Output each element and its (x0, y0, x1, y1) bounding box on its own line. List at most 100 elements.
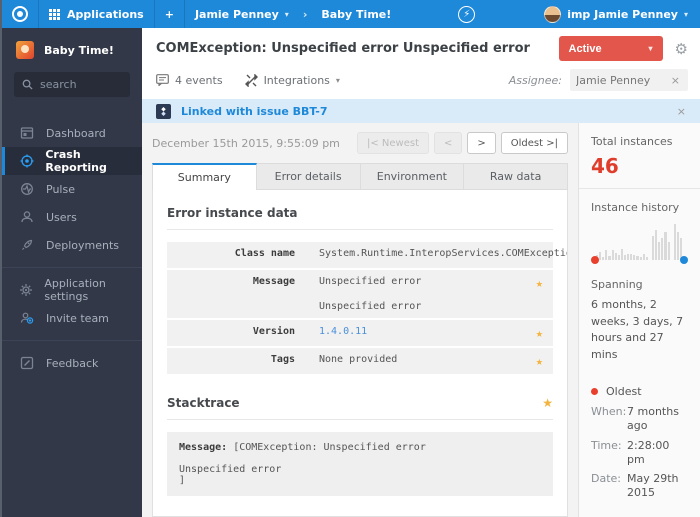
user-breadcrumb-menu[interactable]: Jamie Penney ▾ (185, 0, 299, 28)
feedback-icon (19, 356, 35, 370)
star-icon[interactable]: ★ (542, 396, 553, 410)
sidebar-item-invite-team[interactable]: Invite team (2, 304, 142, 332)
star-icon[interactable]: ★ (536, 276, 543, 312)
sidebar-item-feedback[interactable]: Feedback (2, 349, 142, 377)
oldest-section: Oldest When: 7 months ago Time: 2:28:00 pm… (579, 373, 700, 516)
comment-icon (156, 74, 169, 86)
history-bar (599, 252, 602, 260)
integrations-dropdown[interactable]: Integrations ▾ (244, 73, 340, 87)
table-row: Class name System.Runtime.InteropService… (167, 242, 567, 268)
row-key: Tags (270, 354, 295, 365)
page-title: COMException: Unspecified error Unspecif… (156, 41, 530, 56)
star-icon[interactable]: ★ (536, 326, 543, 340)
sidebar-item-label: Users (46, 210, 77, 224)
newest-marker-dot (680, 256, 688, 264)
sidebar-item-pulse[interactable]: Pulse (2, 175, 142, 203)
error-instance-table: Class name System.Runtime.InteropService… (167, 242, 567, 374)
applications-label: Applications (67, 7, 144, 21)
sidebar-item-label: Dashboard (46, 126, 106, 140)
tab-summary[interactable]: Summary (152, 163, 257, 190)
events-button[interactable]: 4 events (156, 74, 223, 87)
sidebar-item-crash-reporting[interactable]: Crash Reporting (2, 147, 142, 175)
message-line-2: Unspecified error (319, 301, 422, 312)
star-icon[interactable]: ★ (536, 354, 543, 368)
instance-nav-row: December 15th 2015, 9:55:09 pm |< Newest… (152, 123, 568, 163)
invite-team-icon (19, 311, 35, 325)
gear-icon (19, 283, 33, 297)
history-bar (642, 254, 645, 260)
row-value: None provided (319, 354, 398, 365)
history-bar (651, 236, 655, 260)
history-bar (676, 232, 679, 260)
sidebar-item-dashboard[interactable]: Dashboard (2, 119, 142, 147)
table-row: Message Unspecified error Unspecified er… (167, 270, 553, 318)
section-title: Error instance data (167, 206, 298, 220)
detail-tabs: Summary Error details Environment Raw da… (152, 163, 568, 190)
plus-icon: + (164, 7, 174, 21)
search-icon (22, 79, 33, 90)
next-instance-button[interactable]: > (467, 132, 496, 154)
integrations-label: Integrations (263, 73, 330, 87)
add-application-button[interactable]: + (155, 0, 184, 28)
stacktrace-heading: Stacktrace ★ (167, 396, 553, 420)
status-label: Active (568, 42, 602, 55)
table-row: Tags None provided ★ (167, 348, 553, 374)
linked-issue-banner: Linked with issue BBT-7 × (142, 99, 700, 123)
row-key: Version (252, 326, 295, 337)
instance-history-label: Instance history (591, 201, 680, 214)
summary-panel: Error instance data Class name System.Ru… (152, 190, 568, 517)
tab-environment[interactable]: Environment (360, 163, 465, 190)
total-instances-value: 46 (591, 154, 619, 178)
clear-assignee-icon[interactable]: × (669, 74, 682, 87)
raygun-logo[interactable] (2, 0, 38, 28)
newest-button[interactable]: |< Newest (356, 132, 429, 154)
breadcrumb-app-label: Baby Time! (321, 7, 392, 21)
date-label: Date: (591, 472, 621, 486)
raygun-logo-icon (12, 6, 28, 22)
instance-history-chart (591, 222, 688, 268)
assignee-field[interactable]: × (570, 69, 688, 91)
integrations-icon (244, 73, 258, 87)
row-value: System.Runtime.InteropServices.COMExcept… (319, 248, 568, 259)
grid-icon (49, 8, 60, 20)
account-menu[interactable]: imp Jamie Penney ▾ (532, 5, 700, 23)
status-dropdown[interactable]: Active ▾ (558, 36, 663, 61)
oldest-when: 7 months ago (627, 405, 679, 433)
message-line-1: Unspecified error (319, 276, 422, 287)
history-bar (614, 253, 617, 260)
events-label: 4 events (175, 73, 223, 87)
topbar-center: ⚡ (401, 5, 532, 23)
assignee-input[interactable] (576, 73, 669, 87)
version-link[interactable]: 1.4.0.11 (319, 326, 526, 340)
stacktrace-prefix: Message: (179, 442, 228, 453)
prev-instance-button[interactable]: < (434, 132, 463, 154)
breadcrumb-app[interactable]: Baby Time! (311, 0, 401, 28)
settings-gear-icon[interactable]: ⚙ (675, 40, 688, 58)
oldest-dot-icon (591, 388, 598, 395)
error-instance-heading: Error instance data (167, 206, 553, 230)
chevron-down-icon: ▾ (284, 9, 289, 19)
lightning-icon[interactable]: ⚡ (458, 5, 476, 23)
chevron-down-icon: ▾ (335, 75, 340, 85)
applications-menu[interactable]: Applications (39, 0, 154, 28)
dismiss-banner-icon[interactable]: × (675, 105, 688, 118)
sidebar-search[interactable] (14, 72, 130, 97)
sidebar-item-users[interactable]: Users (2, 203, 142, 231)
error-group-header: COMException: Unspecified error Unspecif… (142, 28, 700, 99)
sidebar-item-application-settings[interactable]: Application settings (2, 276, 142, 304)
oldest-button[interactable]: Oldest >| (500, 132, 568, 154)
assignee-label: Assignee: (508, 73, 562, 87)
app-header[interactable]: Baby Time! (2, 28, 142, 70)
linked-issue-text[interactable]: Linked with issue BBT-7 (181, 105, 675, 118)
spanning-label: Spanning (591, 278, 643, 291)
history-bar (608, 256, 611, 260)
jira-icon (156, 103, 171, 119)
sidebar-item-deployments[interactable]: Deployments (2, 231, 142, 259)
crash-reporting-icon (19, 154, 34, 168)
history-bar (605, 250, 608, 260)
search-input[interactable] (40, 78, 122, 91)
tab-error-details[interactable]: Error details (256, 163, 361, 190)
sidebar-divider (2, 267, 142, 268)
tab-raw-data[interactable]: Raw data (464, 163, 568, 190)
history-bar (633, 255, 636, 260)
